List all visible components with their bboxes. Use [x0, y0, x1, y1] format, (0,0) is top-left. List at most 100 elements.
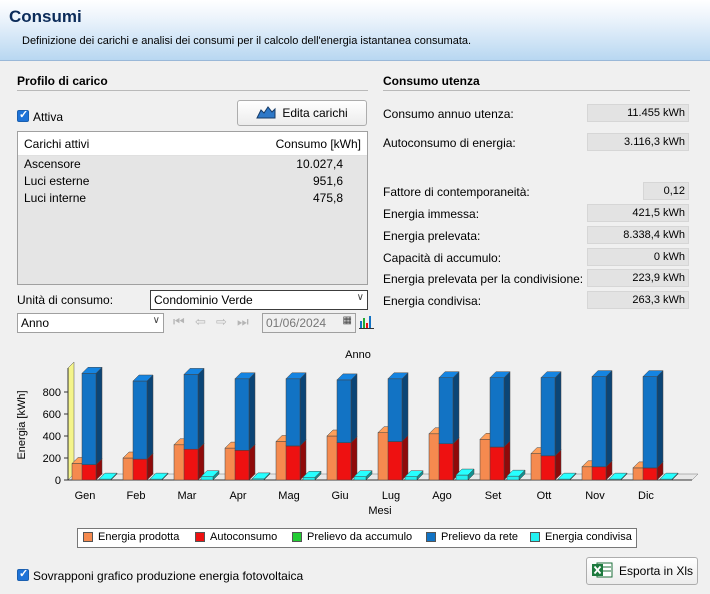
legend-swatch: [530, 532, 540, 542]
prev-arrow-icon[interactable]: ⇦: [195, 314, 206, 330]
page-subtitle: Definizione dei carichi e analisi dei co…: [22, 35, 472, 47]
legend-item: Autoconsumo: [195, 531, 277, 543]
legend-item: Prelievo da rete: [426, 531, 518, 543]
legend-label: Prelievo da rete: [441, 531, 519, 543]
bar-prelievo-rete: [81, 366, 103, 466]
legend-item: Energia prodotta: [83, 531, 179, 543]
excel-icon: [591, 561, 613, 582]
energia-immessa-label: Energia immessa:: [383, 207, 480, 221]
col-carichi-attivi[interactable]: Carichi attivi: [24, 137, 89, 151]
legend-label: Energia condivisa: [545, 531, 632, 543]
energy-chart: Anno 0 200 400 600 800 Energia [kWh] Mesi Gen Feb…: [10, 342, 700, 547]
bar-chart-icon[interactable]: [359, 314, 374, 332]
bar-autoconsumo: [387, 434, 409, 481]
consumo-separator: [383, 90, 690, 91]
chevron-down-icon: ∨: [152, 315, 160, 326]
capacita-accumulo-label: Capacità di accumulo:: [383, 251, 502, 265]
period-value: Anno: [21, 316, 50, 330]
consumo-annuo-value: 11.455 kWh: [587, 104, 689, 122]
list-item-value: 951,6: [312, 174, 343, 188]
x-tick-label: Mag: [278, 490, 299, 502]
list-item-name: Ascensore: [24, 157, 81, 171]
unita-consumo-label: Unità di consumo:: [17, 293, 114, 307]
edita-carichi-button[interactable]: Edita carichi: [237, 100, 367, 126]
bar-prelievo-rete: [183, 367, 205, 450]
legend-item: Energia condivisa: [530, 531, 632, 543]
y-tick-label: 400: [43, 431, 61, 443]
bar-prelievo-rete: [132, 374, 154, 460]
list-item[interactable]: Ascensore 10.027,4: [18, 156, 367, 173]
edita-carichi-label: Edita carichi: [282, 106, 348, 120]
bar-prelievo-rete: [438, 371, 460, 445]
overlay-label: Sovrapponi grafico produzione energia fo…: [33, 569, 304, 583]
y-tick-label: 600: [43, 409, 61, 421]
attiva-label: Attiva: [33, 110, 64, 124]
y-tick-label: 200: [43, 453, 61, 465]
energia-condivisa-label: Energia condivisa:: [383, 294, 482, 308]
autoconsumo-value: 3.116,3 kWh: [587, 133, 689, 151]
x-tick-label: Apr: [229, 490, 246, 502]
x-tick-label: Mar: [178, 490, 197, 502]
energia-immessa-value: 421,5 kWh: [587, 204, 689, 222]
calendar-icon: ▦: [342, 315, 352, 326]
x-tick-label: Ago: [432, 490, 452, 502]
attiva-checkbox[interactable]: [17, 108, 29, 122]
energia-prelevata-label: Energia prelevata:: [383, 229, 481, 243]
last-page-icon[interactable]: ⏭: [237, 314, 249, 330]
profilo-section-title: Profilo di carico: [17, 74, 108, 88]
bar-prelievo-rete: [642, 369, 664, 469]
x-tick-label: Ott: [537, 490, 552, 502]
date-picker[interactable]: 01/06/2024 ▦: [262, 313, 356, 333]
fattore-contemporaneita-value: 0,12: [643, 182, 689, 200]
date-value: 01/06/2024: [266, 316, 327, 330]
fattore-contemporaneita-label: Fattore di contemporaneità:: [383, 185, 530, 199]
x-tick-label: Gen: [75, 490, 96, 502]
profilo-separator: [17, 90, 368, 91]
carichi-list[interactable]: Carichi attivi Consumo [kWh] Ascensore 1…: [17, 131, 368, 285]
list-item-name: Luci interne: [24, 191, 87, 205]
list-item-value: 475,8: [312, 191, 343, 205]
x-axis-label: Mesi: [368, 505, 391, 517]
unita-consumo-select[interactable]: Condominio Verde ∨: [150, 290, 368, 310]
bar-autoconsumo: [336, 435, 358, 481]
legend-swatch: [195, 532, 205, 542]
esporta-xls-button[interactable]: Esporta in Xls: [586, 557, 698, 585]
overlay-checkbox[interactable]: [17, 567, 29, 581]
consumo-section-title: Consumo utenza: [383, 74, 480, 88]
energy-chart-svg: Anno 0 200 400 600 800 Energia [kWh] Mesi Gen Feb…: [16, 349, 699, 517]
legend-label: Energia prodotta: [98, 531, 180, 543]
list-item[interactable]: Luci esterne 951,6: [18, 173, 367, 190]
y-axis-label: Energia [kWh]: [16, 390, 28, 459]
col-consumo[interactable]: Consumo [kWh]: [276, 137, 361, 151]
chart-title: Anno: [345, 349, 371, 361]
bar-prelievo-rete: [285, 372, 307, 447]
energia-condivisa-value: 263,3 kWh: [587, 291, 689, 309]
energia-prelevata-value: 8.338,4 kWh: [587, 226, 689, 244]
unita-consumo-value: Condominio Verde: [154, 293, 253, 307]
chevron-down-icon: ∨: [356, 292, 364, 303]
period-select[interactable]: Anno ∨: [17, 313, 164, 333]
bar-prelievo-rete: [336, 373, 358, 444]
y-tick-label: 800: [43, 387, 61, 399]
legend-swatch: [292, 532, 302, 542]
y-tick-label: 0: [55, 475, 61, 487]
legend-label: Prelievo da accumulo: [307, 531, 413, 543]
first-page-icon[interactable]: ⏮: [173, 314, 185, 330]
x-tick-label: Dic: [638, 490, 654, 502]
bar-prelievo-rete: [234, 372, 256, 451]
chart-legend: Energia prodotta Autoconsumo Prelievo da…: [77, 528, 637, 548]
x-tick-label: Nov: [585, 490, 605, 502]
energia-prelevata-condivisione-value: 223,9 kWh: [587, 269, 689, 287]
mountain-chart-icon: [256, 105, 276, 122]
x-tick-label: Giu: [331, 490, 348, 502]
bar-prelievo-rete: [489, 371, 511, 448]
legend-label: Autoconsumo: [210, 531, 278, 543]
list-item-value: 10.027,4: [296, 157, 343, 171]
legend-swatch: [426, 532, 436, 542]
energia-prelevata-condivisione-label: Energia prelevata per la condivisione:: [383, 272, 584, 286]
list-item[interactable]: Luci interne 475,8: [18, 190, 367, 207]
list-item-name: Luci esterne: [24, 174, 90, 188]
consumo-annuo-label: Consumo annuo utenza:: [383, 107, 514, 121]
next-arrow-icon[interactable]: ⇨: [216, 314, 227, 330]
page-header: Consumi Definizione dei carichi e analis…: [0, 0, 710, 61]
